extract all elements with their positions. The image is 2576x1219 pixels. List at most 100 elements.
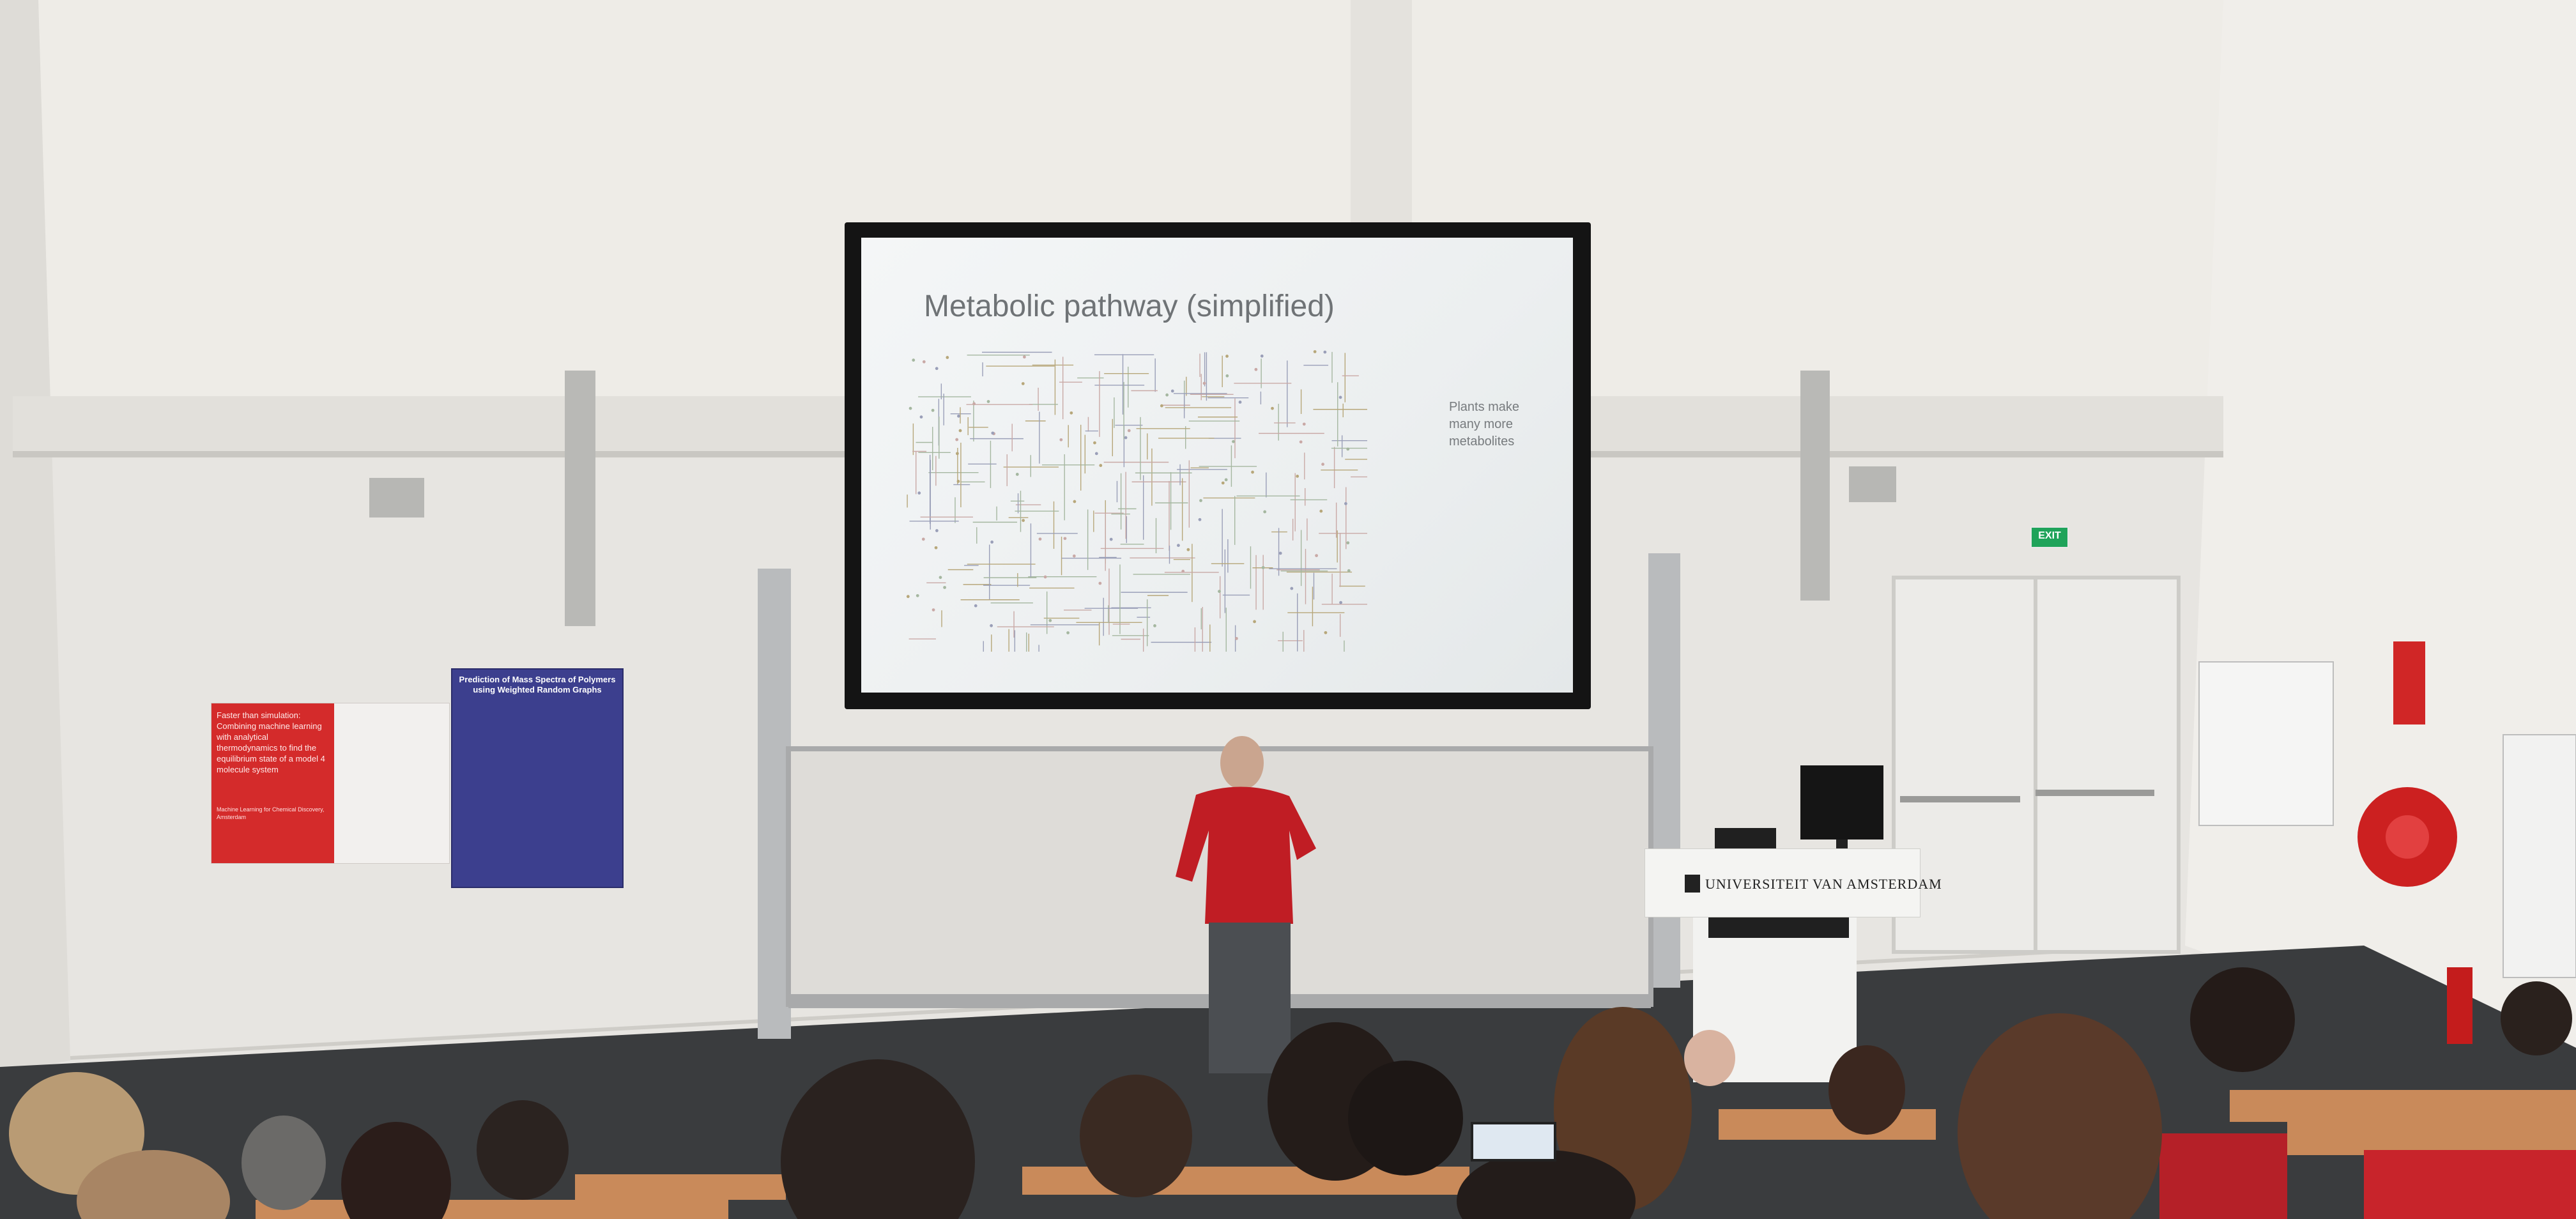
pathway-node [1048, 618, 1052, 622]
pathway-node [1022, 355, 1026, 359]
pathway-node [935, 529, 939, 532]
pathway-node [1238, 401, 1242, 404]
exit-sign-text: EXIT [2038, 530, 2061, 541]
door-handle-right [2035, 790, 2154, 796]
pathway-node [1319, 509, 1323, 513]
pathway-node [972, 402, 976, 406]
pathway-node [1099, 464, 1103, 467]
far-right-poster [2503, 734, 2576, 978]
red-research-poster: Faster than simulation: Combining machin… [211, 703, 450, 864]
pathway-node [916, 594, 919, 597]
pathway-node [1109, 537, 1113, 541]
audience-laptop-screen [1471, 1122, 1556, 1162]
pathway-node [1271, 406, 1274, 410]
pathway-node [1093, 441, 1096, 445]
pathway-node [1165, 393, 1169, 397]
pathway-node [1338, 395, 1342, 399]
pathway-node [1232, 440, 1235, 443]
pathway-node [1066, 631, 1070, 634]
pathway-node [1198, 518, 1202, 521]
pathway-node [990, 540, 994, 544]
pathway-node [1225, 374, 1229, 378]
pathway-node [991, 431, 995, 435]
pathway-node [939, 576, 942, 579]
slide-note-line: Plants make [1449, 400, 1520, 414]
pathway-node [934, 546, 938, 549]
right-wall-box [1849, 466, 1896, 502]
fire-safety-sign [2393, 641, 2425, 724]
pathway-node [1315, 554, 1318, 558]
pathway-node [1199, 499, 1202, 502]
blue-research-poster: Prediction of Mass Spectra of Polymers u… [451, 668, 624, 888]
pathway-node [931, 608, 935, 611]
pathway-node [906, 595, 910, 599]
lectern-label: UNIVERSITEIT VAN AMSTERDAM [1705, 876, 1942, 892]
door-handle-left [1900, 796, 2020, 802]
pathway-node [1094, 452, 1098, 456]
exit-sign: EXIT [2030, 526, 2069, 548]
pathway-node [921, 537, 925, 541]
left-speaker [565, 371, 595, 626]
left-wall-box [369, 478, 424, 518]
pathway-node [1347, 569, 1351, 572]
metabolic-pathway-diagram [906, 350, 1367, 652]
pathway-node [1177, 544, 1180, 548]
slide-title: Metabolic pathway (simplified) [924, 289, 1335, 323]
slide-note-line: many more [1449, 417, 1514, 431]
pathway-node [1234, 636, 1238, 640]
poster-red-panel: Faster than simulation: Combining machin… [211, 703, 334, 863]
pathway-node [922, 360, 926, 364]
pathway-node [974, 604, 977, 608]
presentation-slide: Metabolic pathway (simplified) Plants ma… [861, 238, 1573, 693]
pathway-node [1321, 463, 1324, 466]
pathway-node [1225, 355, 1229, 358]
pathway-node [958, 429, 962, 433]
pathway-node [1070, 411, 1073, 415]
pathway-node [1181, 569, 1185, 573]
pathway-node [919, 415, 923, 419]
pathway-node [1346, 447, 1350, 451]
right-wall-poster [2198, 661, 2334, 826]
pathway-node [1043, 575, 1047, 579]
pathway-node [1253, 620, 1256, 624]
pathway-node [1059, 438, 1063, 441]
pathway-node [955, 438, 959, 441]
pathway-node [956, 452, 959, 456]
pathway-node [1218, 590, 1221, 594]
pathway-node [1346, 541, 1350, 545]
pathway-node [1260, 354, 1264, 358]
pathway-node [1224, 478, 1228, 482]
pathway-node [1098, 581, 1102, 585]
university-logo-icon [1685, 875, 1700, 893]
pathway-node [1063, 537, 1067, 540]
pathway-node [1153, 624, 1156, 627]
pathway-node [1261, 565, 1265, 569]
pathway-node [1022, 519, 1025, 523]
pathway-node [917, 491, 921, 495]
pathway-node [986, 400, 990, 403]
slide-note-line: metabolites [1449, 434, 1515, 448]
pathway-node [1160, 404, 1163, 408]
pathway-node [943, 586, 946, 589]
pathway-node [1278, 551, 1282, 555]
pathway-node [1323, 350, 1327, 354]
pathway-node [1038, 537, 1042, 541]
pathway-node [1254, 367, 1258, 371]
poster-title: Prediction of Mass Spectra of Polymers u… [459, 675, 616, 694]
pathway-node [935, 367, 939, 371]
pathway-node [1221, 481, 1225, 485]
presenter-trousers [1209, 923, 1291, 1073]
poster-heading: Faster than simulation: Combining machin… [217, 710, 325, 774]
pathway-node [931, 408, 935, 412]
pathway-node [912, 358, 916, 362]
pathway-node [1202, 381, 1206, 385]
pathway-node [1339, 601, 1342, 604]
slide-side-note: Plants make many more metabolites [1449, 399, 1545, 450]
lectern-front-panel: UNIVERSITEIT VAN AMSTERDAM [1644, 848, 1942, 917]
pathway-node [1015, 473, 1019, 476]
pathway-node [957, 414, 960, 418]
pathway-node [1124, 436, 1128, 440]
pathway-node [1170, 389, 1174, 393]
pathway-node [1073, 500, 1077, 503]
pathway-node [1263, 510, 1267, 514]
